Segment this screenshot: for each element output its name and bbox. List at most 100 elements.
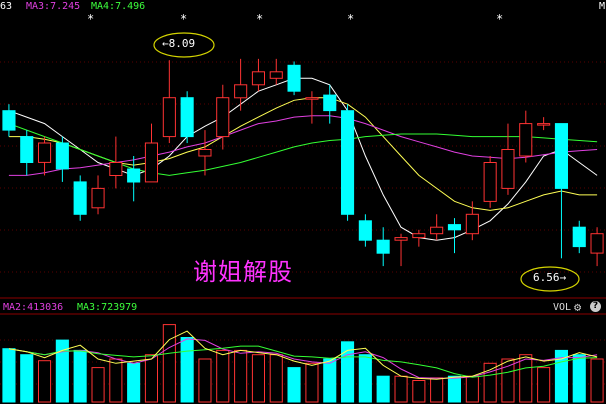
volume-bar-up [519,354,533,403]
volume-bar-up [430,377,444,403]
candle-body-down [20,136,34,164]
low-price-label: 6.56→ [533,271,567,284]
volume-bar-up [483,362,497,403]
volume-bar-up [269,354,283,403]
candle [234,58,248,111]
volume-bar-up [412,380,426,403]
candle-body-up [465,213,479,235]
candle [55,136,69,182]
ma4-label: MA4:7.496 [91,1,146,12]
candle [519,110,533,163]
candle [305,91,319,124]
candle [20,130,34,176]
candle [465,201,479,241]
volume-bar-down [180,337,194,403]
ma-label-cut: 63 [0,1,13,12]
candle-body-up [91,187,105,209]
marker-star[interactable]: * [496,12,503,26]
candle [358,214,372,247]
candle-body-down [287,64,301,92]
candle [144,123,158,183]
marker-star[interactable]: * [180,12,187,26]
candle [162,60,176,144]
candle [2,104,16,137]
high-price-label: ←8.09 [162,37,196,50]
candle-body-up [305,97,319,100]
candle-body-up [38,142,52,163]
candle [127,156,141,202]
candle [91,175,105,215]
candle-body-down [55,142,69,170]
candle [430,214,444,241]
volume-bar-up [162,324,176,403]
candle [269,58,283,85]
candle [109,136,123,189]
volume-bar-up [38,360,52,403]
volume-bar-up [251,354,265,403]
kline-chart[interactable] [0,0,606,404]
volume-bar-up [109,358,123,403]
candle [483,156,497,208]
candle-body-up [216,97,230,138]
volume-bar-up [144,354,158,403]
volume-bar-down [287,367,301,403]
volume-bar-up [394,375,408,403]
candle-body-up [537,123,551,126]
candle-body-up [269,71,283,79]
candle-body-down [2,110,16,131]
candle-body-up [394,237,408,241]
grid-lines [0,61,606,385]
candle-body-up [519,123,533,157]
volume-bar-down [20,354,34,403]
marker-star[interactable]: * [347,12,354,26]
volume-bar-down [2,348,16,403]
candle-body-up [144,142,158,183]
candle-body-up [501,149,515,189]
candle-body-down [572,226,586,248]
volume-bar-up [465,375,479,403]
candle-body-up [483,162,497,202]
volume-bar-up [537,367,551,403]
candle-body-down [180,97,194,138]
gear-icon[interactable]: ⚙ [574,300,581,314]
vol-ma2-label: MA2:413036 [3,302,64,313]
marker-star[interactable]: * [87,12,94,26]
volume-bar-up [216,349,230,403]
candle-body-down [376,239,390,254]
candle [287,61,301,96]
volume-bar-down [323,358,337,403]
vol-label: VOL [553,302,572,313]
candle-body-up [412,233,426,239]
question-icon[interactable]: ? [590,301,601,312]
volume-bar-down [376,375,390,403]
candle [554,123,569,259]
vol-ma3-label: MA3:723979 [77,302,138,313]
candle-body-up [590,233,604,254]
candle-body-down [341,110,355,215]
candle [341,104,355,221]
candle-body-up [251,71,265,86]
volume-bar-up [305,362,319,403]
volume-bar-down [572,354,586,403]
volume-bar-up [198,358,212,403]
candle [501,123,515,195]
volume-bar-up [501,358,515,403]
candle [216,84,230,150]
candle [198,130,212,176]
candle-body-up [430,226,444,235]
volume-bar-up [234,349,248,403]
candle [251,58,265,92]
candle [394,233,408,267]
stock-chart-window: 63 MA3:7.245 MA4:7.496 M * * * * * ←8.09… [0,0,606,404]
watermark-text: 谢姐解股 [193,258,293,286]
candle-body-down [323,94,337,112]
candle-body-down [127,168,141,183]
candle-body-up [234,84,248,99]
candle [38,136,52,176]
candle-body-down [447,224,461,231]
candle [180,91,194,144]
candle [73,175,87,221]
candle-body-down [73,181,87,215]
volume-bar-up [91,367,105,403]
marker-star[interactable]: * [256,12,263,26]
